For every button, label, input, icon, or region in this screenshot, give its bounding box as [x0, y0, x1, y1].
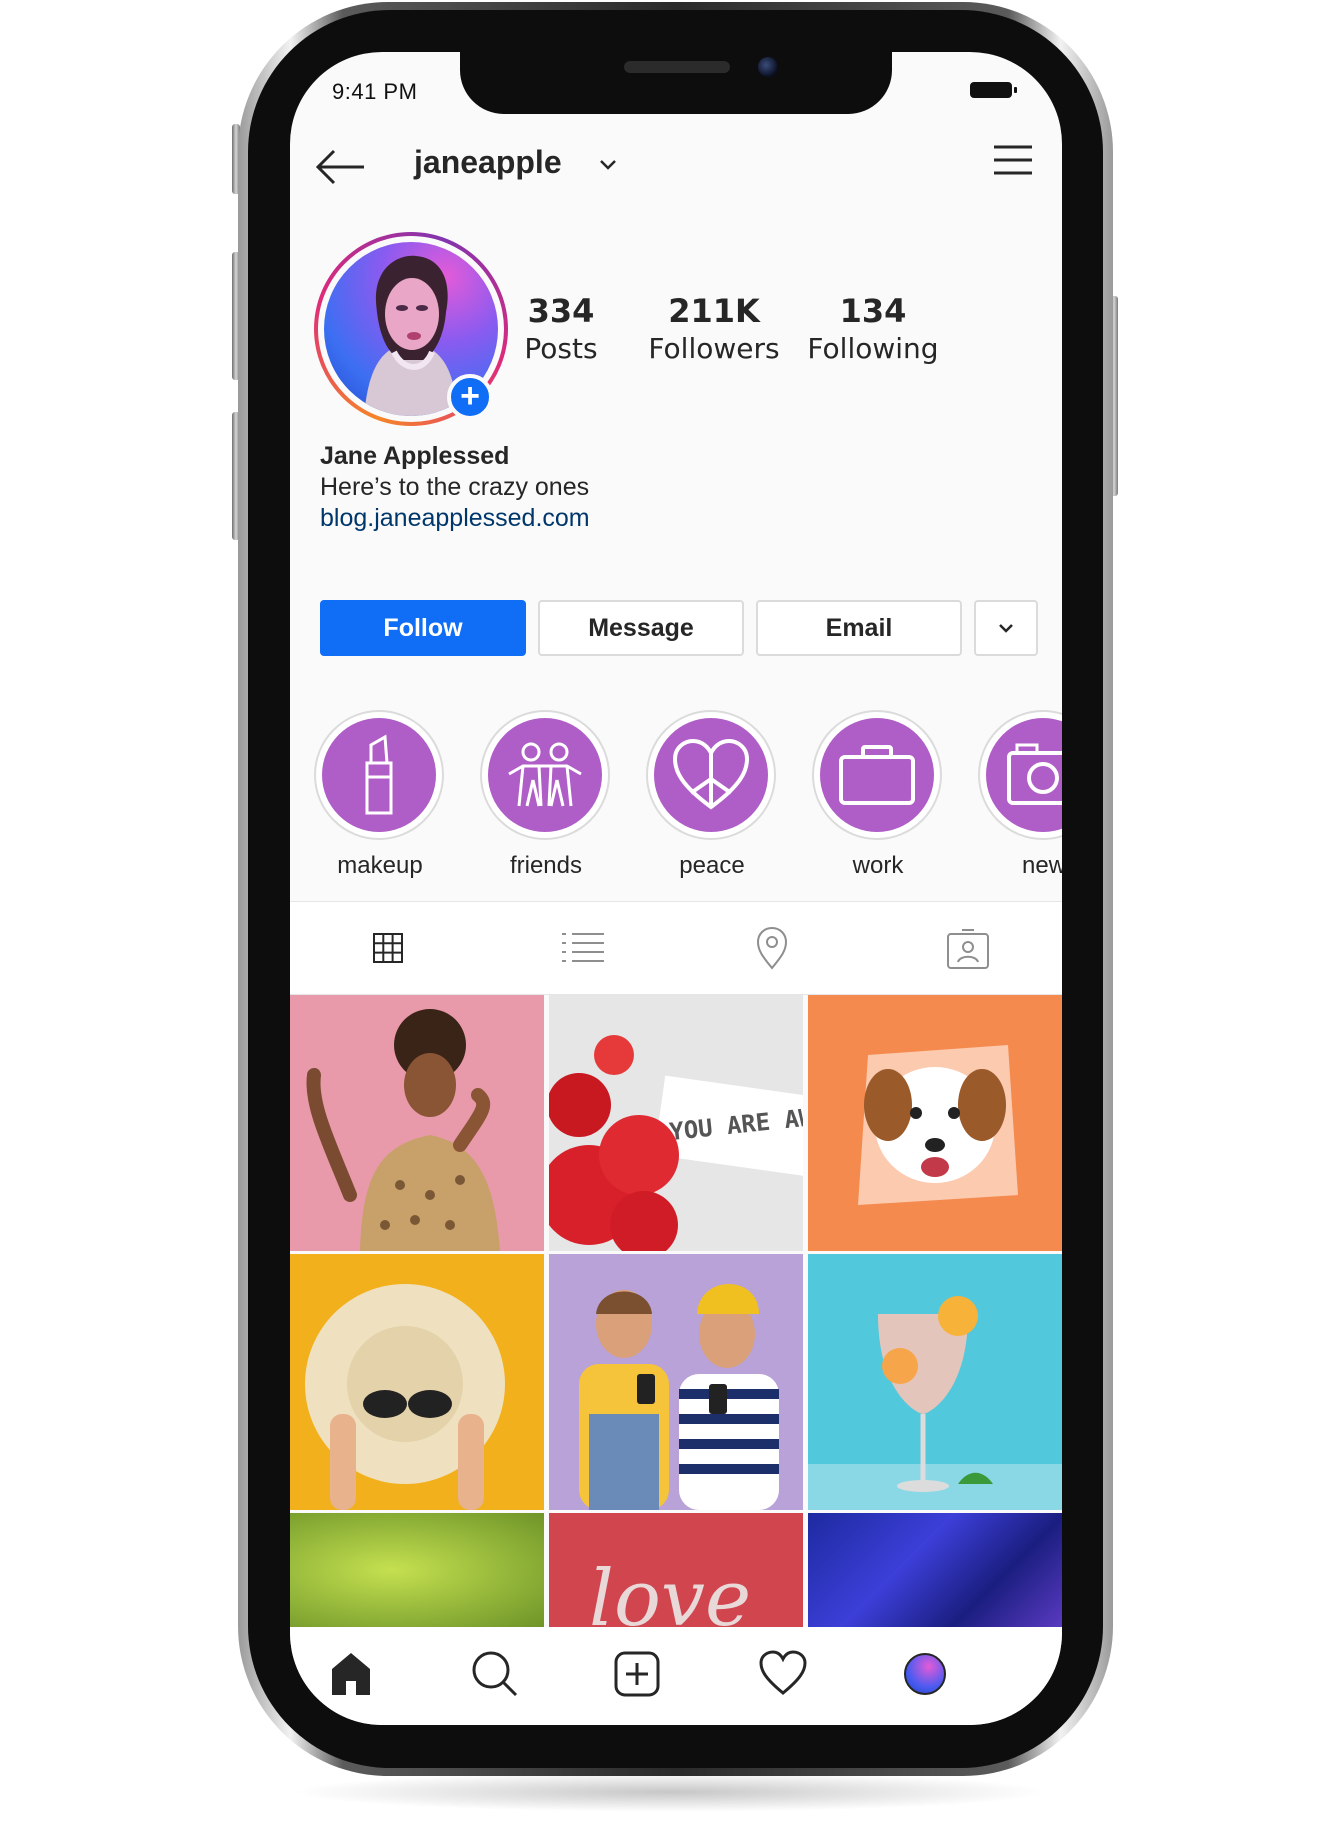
- battery-icon: [970, 82, 1017, 98]
- post-thumbnail[interactable]: love: [549, 1513, 803, 1627]
- status-time: 9:41 PM: [332, 79, 418, 104]
- tab-location[interactable]: [750, 926, 794, 970]
- email-button[interactable]: Email: [756, 600, 962, 656]
- message-button[interactable]: Message: [538, 600, 744, 656]
- chevron-down-icon: [999, 624, 1013, 633]
- stat-following[interactable]: 134 Following: [788, 292, 958, 365]
- highlight-label: peace: [679, 852, 745, 879]
- dancing-woman-photo: [306, 1009, 500, 1251]
- bottom-nav: [290, 1627, 1062, 1725]
- menu-button[interactable]: [992, 142, 1034, 178]
- highlight-label: new: [1021, 852, 1062, 879]
- stat-followers[interactable]: 211K Followers: [629, 292, 799, 365]
- notch: [460, 52, 892, 114]
- profile-avatar-icon: [904, 1653, 946, 1695]
- highlight-label: makeup: [337, 852, 423, 879]
- tab-grid[interactable]: [366, 926, 410, 970]
- post-thumbnail[interactable]: [808, 1254, 1062, 1510]
- following-label: Following: [807, 332, 939, 365]
- puppy-photo: [858, 1045, 1018, 1205]
- phone-screen: 9:41 PM janeapple + 334 Posts 211K Follo…: [290, 52, 1062, 1725]
- highlight-peace[interactable]: peace: [646, 710, 778, 880]
- cocktail-photo: [808, 1296, 1062, 1510]
- followers-label: Followers: [648, 332, 780, 365]
- followers-count: 211K: [668, 292, 760, 330]
- add-story-button[interactable]: +: [447, 374, 493, 420]
- posts-count: 334: [527, 292, 595, 330]
- highlight-label: work: [852, 852, 904, 879]
- profile-bio: Here’s to the crazy ones: [320, 473, 590, 501]
- highlight-makeup[interactable]: makeup: [314, 710, 446, 880]
- stat-posts[interactable]: 334 Posts: [476, 292, 646, 365]
- couple-phones-photo: [579, 1284, 779, 1510]
- lipstick-icon: [365, 734, 393, 815]
- tab-list[interactable]: [558, 926, 608, 970]
- phone-shadow: [290, 1772, 1050, 1812]
- post-thumbnail[interactable]: [808, 995, 1062, 1251]
- profile-tabs: [290, 901, 1062, 995]
- profile-full-name: Jane Applessed: [320, 442, 510, 470]
- nav-search[interactable]: [470, 1649, 520, 1699]
- sun-hat-photo: [305, 1284, 505, 1510]
- nav-activity[interactable]: [758, 1649, 808, 1699]
- post-thumbnail[interactable]: YOU ARE AWES: [549, 995, 803, 1251]
- post-thumbnail[interactable]: [290, 995, 544, 1251]
- nav-new-post[interactable]: [612, 1649, 662, 1699]
- nav-profile[interactable]: [900, 1649, 950, 1699]
- friends-icon: [508, 742, 582, 807]
- map-pin-icon: [756, 926, 788, 970]
- back-button[interactable]: [314, 147, 366, 187]
- home-icon: [332, 1653, 370, 1695]
- post-thumbnail[interactable]: [290, 1254, 544, 1510]
- grid-icon: [373, 933, 403, 963]
- tab-tagged[interactable]: [946, 926, 990, 970]
- highlight-work[interactable]: work: [812, 710, 944, 880]
- love-glitter-photo: love: [589, 1554, 751, 1627]
- search-icon: [472, 1651, 518, 1697]
- briefcase-icon: [839, 745, 915, 805]
- following-count: 134: [839, 292, 907, 330]
- follow-button[interactable]: Follow: [320, 600, 526, 656]
- list-icon: [562, 933, 604, 962]
- posts-label: Posts: [524, 332, 598, 365]
- chevron-down-icon: [600, 160, 616, 170]
- back-arrow-icon: [315, 149, 364, 185]
- love-text: love: [589, 1554, 751, 1627]
- nav-home[interactable]: [326, 1649, 376, 1699]
- add-post-icon: [614, 1651, 660, 1697]
- account-switch-button[interactable]: [596, 152, 620, 176]
- profile-website-link[interactable]: blog.janeapplessed.com: [320, 504, 590, 533]
- hamburger-menu-icon: [994, 145, 1032, 175]
- tagged-person-icon: [947, 929, 989, 969]
- front-camera: [758, 57, 778, 77]
- post-thumbnail[interactable]: [808, 1513, 1062, 1627]
- post-thumbnail[interactable]: [549, 1254, 803, 1510]
- peace-heart-icon: [672, 738, 750, 810]
- post-thumbnail[interactable]: [290, 1513, 544, 1627]
- highlight-friends[interactable]: friends: [480, 710, 612, 880]
- roses-card-photo: YOU ARE AWES: [549, 1035, 803, 1251]
- highlight-new[interactable]: new: [978, 710, 1062, 880]
- heart-icon: [759, 1650, 807, 1695]
- highlight-label: friends: [509, 852, 583, 879]
- suggested-accounts-button[interactable]: [974, 600, 1038, 656]
- camera-icon: [1007, 743, 1062, 805]
- speaker: [624, 61, 730, 73]
- profile-username[interactable]: janeapple: [414, 144, 562, 181]
